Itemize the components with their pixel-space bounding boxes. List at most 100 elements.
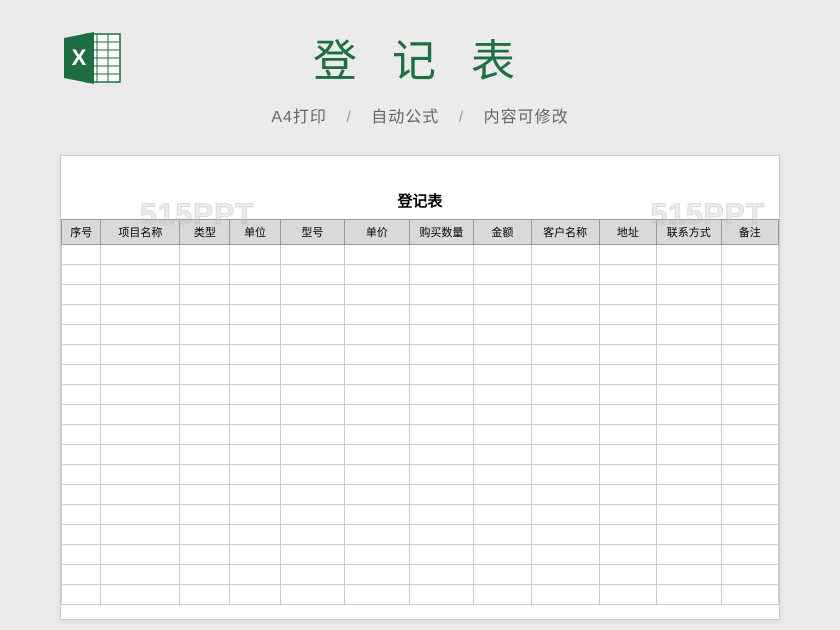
table-cell (230, 465, 280, 485)
table-cell (180, 565, 230, 585)
table-cell (721, 325, 778, 345)
table-cell (531, 445, 599, 465)
table-cell (721, 505, 778, 525)
table-cell (230, 445, 280, 465)
table-cell (657, 345, 722, 365)
table-cell (599, 405, 656, 425)
col-header-amount: 金额 (474, 220, 531, 245)
table-cell (409, 345, 474, 365)
table-row (62, 345, 779, 365)
table-cell (230, 565, 280, 585)
col-header-qty: 购买数量 (409, 220, 474, 245)
table-cell (230, 405, 280, 425)
table-cell (599, 545, 656, 565)
table-cell (280, 325, 345, 345)
table-cell (345, 285, 410, 305)
table-cell (101, 445, 180, 465)
table-cell (101, 485, 180, 505)
table-cell (721, 565, 778, 585)
table-cell (345, 545, 410, 565)
table-cell (599, 505, 656, 525)
table-cell (180, 405, 230, 425)
table-cell (280, 565, 345, 585)
table-cell (657, 565, 722, 585)
col-header-seq: 序号 (62, 220, 101, 245)
table-row (62, 585, 779, 605)
table-row (62, 425, 779, 445)
table-cell (409, 285, 474, 305)
table-cell (657, 305, 722, 325)
table-cell (599, 305, 656, 325)
col-header-customer: 客户名称 (531, 220, 599, 245)
table-row (62, 465, 779, 485)
table-cell (531, 505, 599, 525)
table-row (62, 405, 779, 425)
table-cell (721, 245, 778, 265)
table-cell (657, 405, 722, 425)
table-cell (345, 245, 410, 265)
table-cell (280, 465, 345, 485)
excel-icon: X (62, 30, 122, 86)
table-cell (409, 245, 474, 265)
col-header-address: 地址 (599, 220, 656, 245)
table-cell (180, 285, 230, 305)
table-cell (409, 425, 474, 445)
table-cell (474, 385, 531, 405)
table-cell (657, 385, 722, 405)
col-header-model: 型号 (280, 220, 345, 245)
table-cell (721, 345, 778, 365)
table-cell (474, 305, 531, 325)
table-cell (599, 565, 656, 585)
table-cell (101, 385, 180, 405)
table-cell (230, 265, 280, 285)
table-cell (721, 285, 778, 305)
table-cell (180, 365, 230, 385)
table-cell (62, 505, 101, 525)
table-cell (101, 505, 180, 525)
subtitle-part-3: 内容可修改 (484, 109, 569, 126)
table-cell (345, 305, 410, 325)
table-cell (180, 525, 230, 545)
table-cell (280, 425, 345, 445)
table-cell (180, 585, 230, 605)
table-cell (62, 465, 101, 485)
table-cell (721, 545, 778, 565)
table-cell (280, 485, 345, 505)
table-cell (657, 485, 722, 505)
table-cell (599, 325, 656, 345)
table-cell (62, 345, 101, 365)
table-cell (721, 585, 778, 605)
table-cell (101, 405, 180, 425)
table-cell (101, 565, 180, 585)
table-cell (280, 545, 345, 565)
separator-1: / (346, 109, 351, 126)
table-cell (474, 445, 531, 465)
table-row (62, 525, 779, 545)
table-cell (180, 325, 230, 345)
table-cell (345, 585, 410, 605)
table-cell (62, 245, 101, 265)
table-cell (280, 305, 345, 325)
table-cell (280, 445, 345, 465)
separator-2: / (459, 109, 464, 126)
table-cell (101, 245, 180, 265)
table-cell (657, 525, 722, 545)
table-cell (657, 545, 722, 565)
col-header-contact: 联系方式 (657, 220, 722, 245)
table-cell (101, 345, 180, 365)
table-cell (62, 425, 101, 445)
table-cell (101, 265, 180, 285)
table-cell (280, 345, 345, 365)
table-cell (345, 365, 410, 385)
table-cell (409, 265, 474, 285)
table-cell (721, 405, 778, 425)
table-row (62, 505, 779, 525)
table-cell (62, 525, 101, 545)
table-cell (721, 305, 778, 325)
table-cell (280, 365, 345, 385)
table-cell (409, 525, 474, 545)
table-cell (599, 585, 656, 605)
table-cell (101, 585, 180, 605)
col-header-name: 项目名称 (101, 220, 180, 245)
table-row (62, 245, 779, 265)
